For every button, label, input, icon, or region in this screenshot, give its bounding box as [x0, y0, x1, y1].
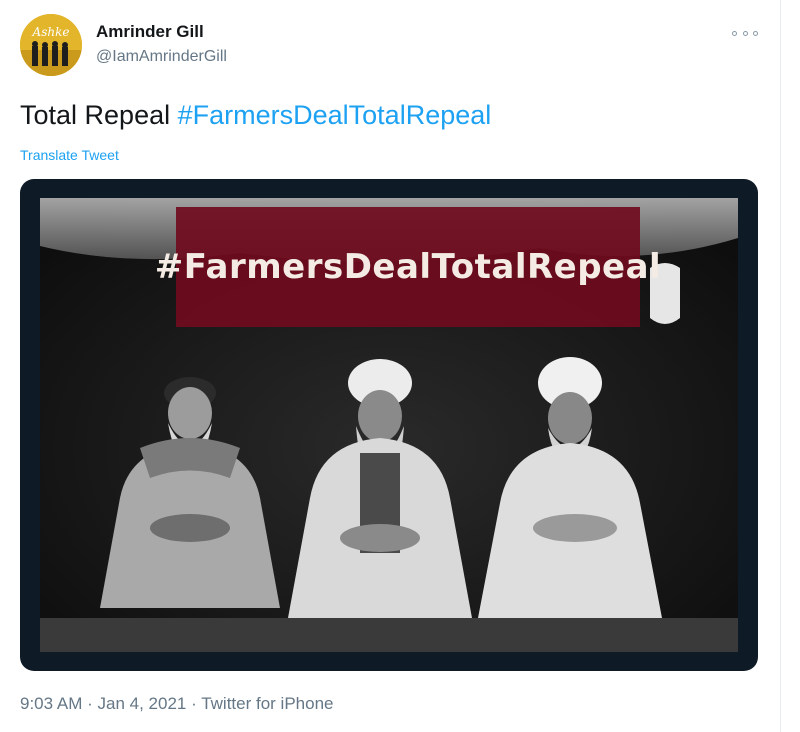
tweet-photo[interactable]: #FarmersDealTotalRepeal — [40, 198, 738, 652]
dot — [753, 30, 758, 36]
media-frame[interactable]: #FarmersDealTotalRepeal — [20, 179, 758, 671]
hashtag-link[interactable]: #FarmersDealTotalRepeal — [178, 100, 492, 130]
banner-text: #FarmersDealTotalRepeal — [154, 247, 662, 287]
more-options-icon[interactable] — [732, 26, 758, 40]
tweet-text-plain: Total Repeal — [20, 100, 171, 130]
tweet-time[interactable]: 9:03 AM — [20, 694, 82, 713]
tweet-meta: 9:03 AM · Jan 4, 2021 · Twitter for iPho… — [20, 694, 333, 714]
translate-tweet-link[interactable]: Translate Tweet — [20, 147, 119, 163]
avatar-image: Ashke — [20, 14, 82, 76]
separator: · — [87, 694, 93, 713]
display-name[interactable]: Amrinder Gill — [96, 22, 204, 42]
tweet-card: Ashke Amrinder Gill @IamAmrinderGill Tot… — [0, 0, 781, 732]
avatar[interactable]: Ashke — [20, 14, 82, 76]
tweet-source[interactable]: Twitter for iPhone — [201, 694, 333, 713]
dot — [732, 30, 737, 36]
separator: · — [191, 694, 197, 713]
tweet-date[interactable]: Jan 4, 2021 — [98, 694, 187, 713]
dot — [742, 30, 748, 36]
avatar-logo-text: Ashke — [32, 25, 70, 39]
hashtag-banner: #FarmersDealTotalRepeal — [155, 207, 661, 327]
tweet-text: Total Repeal #FarmersDealTotalRepeal — [20, 100, 491, 131]
user-handle[interactable]: @IamAmrinderGill — [96, 48, 227, 66]
